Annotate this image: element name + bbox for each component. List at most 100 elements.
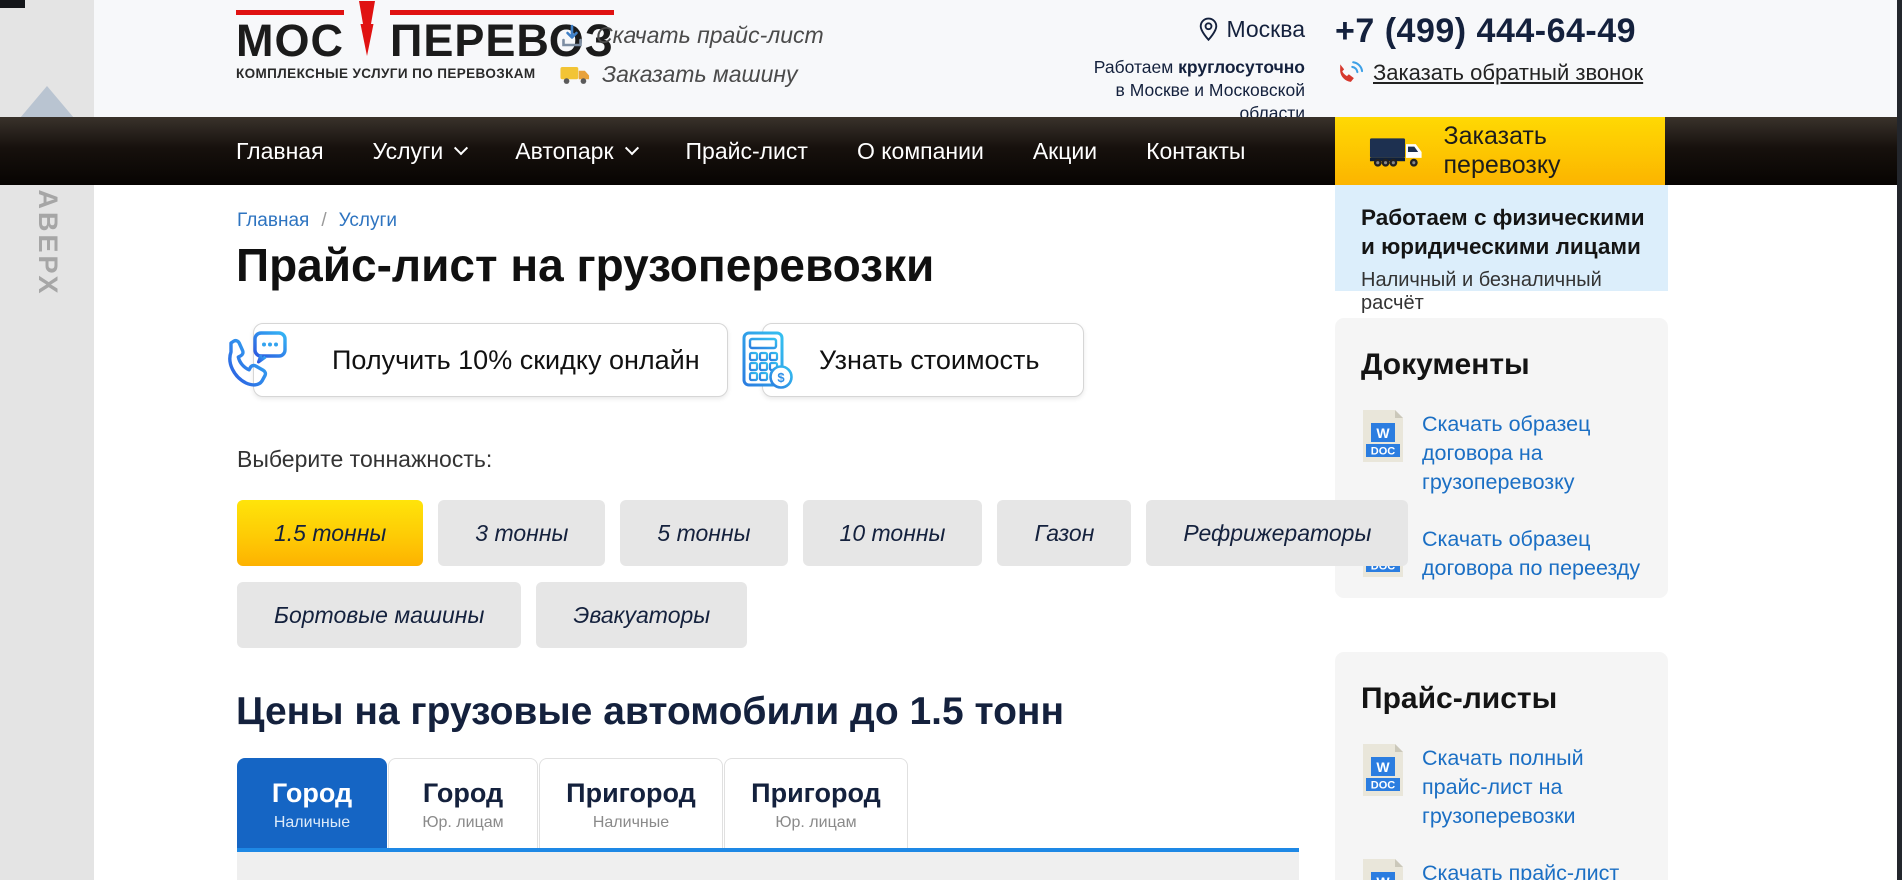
svg-text:DOC: DOC [1371,780,1396,792]
pricelist-link-label: Скачать прайс-лист (до 1,5 тонн) [1422,859,1642,880]
logo-text-mos: МОС [236,10,344,63]
download-pricelist-link[interactable]: Скачать прайс-лист [560,22,824,49]
nav-item-services[interactable]: Услуги [373,138,467,165]
calculator-icon: $ [735,330,797,392]
nav-item-fleet[interactable]: Автопарк [515,138,636,165]
svg-text:W: W [1376,874,1390,880]
calc-cost-label: Узнать стоимость [819,345,1039,376]
callback-link[interactable]: Заказать обратный звонок [1335,59,1675,87]
header: МОС ПЕРЕВОЗ КОМПЛЕКСНЫЕ УСЛУГИ ПО ПЕРЕВО… [94,0,1899,117]
tonnage-option-refrigerators[interactable]: Рефрижераторы [1146,500,1408,566]
nav-item-pricelist[interactable]: Прайс-лист [686,138,808,165]
tonnage-option-3t[interactable]: 3 тонны [438,500,605,566]
order-transport-label: Заказать перевозку [1444,122,1666,180]
phone-chat-icon [218,328,290,394]
price-lists-box: Прайс-листы W DOC Скачать полный прайс-л… [1335,652,1668,880]
tab-title: Пригород [540,778,722,809]
work-hours: Работаем круглосуточно в Москве и Москов… [1069,56,1305,124]
doc-file-icon: W DOC [1361,744,1405,796]
tonnage-option-gazon[interactable]: Газон [997,500,1131,566]
price-tabs: Город Наличные Город Юр. лицам Пригород … [237,758,909,852]
tonnage-option-5t[interactable]: 5 тонны [620,500,787,566]
tonnage-options-row1: 1.5 тонны 3 тонны 5 тонны 10 тонны Газон… [237,500,1408,566]
scrollbar[interactable] [1897,0,1902,880]
breadcrumb: Главная / Услуги [237,210,397,232]
tab-suburb-legal[interactable]: Пригород Юр. лицам [724,758,908,848]
truck-small-icon [560,65,590,85]
nav-item-contacts[interactable]: Контакты [1146,138,1245,165]
document-link-label: Скачать образец договора на грузоперевоз… [1422,410,1642,497]
tab-city-cash[interactable]: Город Наличные [237,758,387,852]
page-title: Прайс-лист на грузоперевозки [236,238,934,292]
nav-item-promos-label: Акции [1033,138,1097,165]
tab-title: Город [238,778,386,809]
order-truck-link[interactable]: Заказать машину [560,61,824,88]
pricelist-link-label: Скачать полный прайс-лист на грузоперево… [1422,744,1642,831]
nav-item-pricelist-label: Прайс-лист [686,138,808,165]
price-table-top [237,852,1299,880]
logo[interactable]: МОС ПЕРЕВОЗ КОМПЛЕКСНЫЕ УСЛУГИ ПО ПЕРЕВО… [236,10,526,81]
tonnage-option-10t[interactable]: 10 тонны [803,500,983,566]
nav-item-contacts-label: Контакты [1146,138,1245,165]
tab-subtitle: Наличные [540,814,722,832]
download-pricelist-label: Скачать прайс-лист [596,22,824,49]
nav-item-about-label: О компании [857,138,984,165]
work-hours-bold: круглосуточно [1178,57,1305,77]
doc-file-icon: W DOC [1361,410,1405,462]
tab-title: Пригород [725,778,907,809]
nav-item-about[interactable]: О компании [857,138,984,165]
order-truck-label: Заказать машину [602,61,798,88]
browser-corner-artifact [0,0,25,8]
pricelist-link-15t[interactable]: W DOC Скачать прайс-лист (до 1,5 тонн) [1361,859,1642,880]
tab-subtitle: Юр. лицам [389,814,537,832]
logo-subtitle: КОМПЛЕКСНЫЕ УСЛУГИ ПО ПЕРЕВОЗКАМ [236,66,526,81]
clients-info-box: Работаем с физическими и юридическими ли… [1335,185,1668,291]
svg-text:W: W [1376,425,1390,441]
tab-suburb-cash[interactable]: Пригород Наличные [539,758,723,848]
breadcrumb-services[interactable]: Услуги [339,210,397,232]
tonnage-option-flatbed[interactable]: Бортовые машины [237,582,521,648]
tab-title: Город [389,778,537,809]
pricelist-link-full[interactable]: W DOC Скачать полный прайс-лист на грузо… [1361,744,1642,831]
document-link-contract-cargo[interactable]: W DOC Скачать образец договора на грузоп… [1361,410,1642,497]
breadcrumb-separator: / [321,210,326,232]
doc-file-icon: W DOC [1361,859,1405,880]
callback-phone-icon [1335,59,1363,87]
tonnage-option-1-5t[interactable]: 1.5 тонны [237,500,423,566]
tab-city-legal[interactable]: Город Юр. лицам [388,758,538,848]
svg-text:DOC: DOC [1371,446,1396,458]
nav-item-services-label: Услуги [373,138,444,165]
phone-number[interactable]: +7 (499) 444-64-49 [1335,12,1675,51]
svg-text:$: $ [777,370,785,385]
city-selector[interactable]: Москва [1199,16,1305,43]
svg-text:W: W [1376,759,1390,775]
nav-item-promos[interactable]: Акции [1033,138,1097,165]
info-note: Наличный и безналичный расчёт [1361,269,1668,315]
tonnage-option-towtrucks[interactable]: Эвакуаторы [536,582,747,648]
location-block: Москва Работаем круглосуточно в Москве и… [1069,16,1305,124]
page: НАВЕРХ МОС ПЕРЕВОЗ КОМПЛЕКСНЫЕ УСЛУГИ ПО… [0,0,1902,880]
header-quick-links: Скачать прайс-лист Заказать машину [560,22,824,88]
city-name: Москва [1226,16,1305,43]
nav-item-home[interactable]: Главная [236,138,324,165]
work-hours-prefix: Работаем [1094,57,1178,77]
main-navigation: Главная Услуги Автопарк Прайс-лист О ком… [0,117,1899,185]
phone-block: +7 (499) 444-64-49 Заказать обратный зво… [1335,12,1675,87]
tonnage-label: Выберите тоннажность: [237,446,492,473]
tonnage-options-row2: Бортовые машины Эвакуаторы [237,582,747,648]
nav-menu: Главная Услуги Автопарк Прайс-лист О ком… [236,117,1245,185]
truck-icon [1369,133,1426,169]
discount-online-label: Получить 10% скидку онлайн [332,345,700,376]
nav-item-home-label: Главная [236,138,324,165]
breadcrumb-home[interactable]: Главная [237,210,309,232]
tab-subtitle: Юр. лицам [725,814,907,832]
calc-cost-button[interactable]: $ Узнать стоимость [762,323,1084,397]
kremlin-tower-icon [347,0,387,58]
order-transport-button[interactable]: Заказать перевозку [1335,117,1665,185]
tab-subtitle: Наличные [238,814,386,832]
back-to-top-label: НАВЕРХ [32,167,63,297]
discount-online-button[interactable]: Получить 10% скидку онлайн [253,323,728,397]
nav-item-fleet-label: Автопарк [515,138,613,165]
info-line2: и юридическими лицами [1361,234,1641,259]
chevron-down-icon [454,141,468,155]
